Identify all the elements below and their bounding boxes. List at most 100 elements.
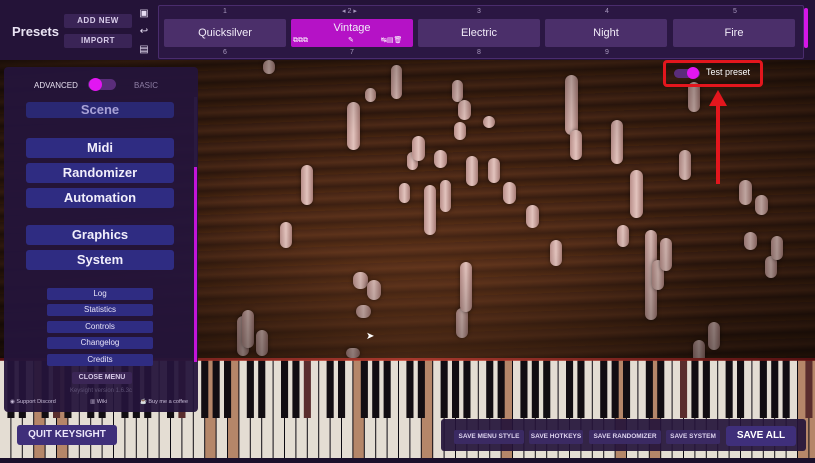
black-key (600, 360, 608, 418)
black-key (292, 360, 300, 418)
save-all-button[interactable]: SAVE ALL (726, 426, 796, 446)
preset-tab-vintage[interactable]: Vintage ⧉⧉⧉ ✎ ↹▤🗑 (291, 19, 413, 47)
black-key (258, 360, 266, 418)
version-text: Keysight version 1.6.3c (69, 388, 133, 394)
save-icon[interactable]: ▤ (138, 44, 150, 55)
close-menu-button[interactable]: CLOSE MENU (72, 372, 132, 384)
book-icon: ▥ (90, 399, 96, 405)
presets-title: Presets (12, 24, 59, 39)
import-button[interactable]: IMPORT (64, 34, 132, 48)
save-menu-style-button[interactable]: SAVE MENU STYLE (454, 430, 524, 444)
edit-icon[interactable]: ✎ (348, 36, 354, 46)
black-key (440, 360, 448, 418)
quit-keysight-button[interactable]: QUIT KEYSIGHT (17, 425, 117, 445)
credits-button[interactable]: Credits (47, 354, 153, 366)
black-key (759, 360, 767, 418)
black-key (338, 360, 346, 418)
tab-number: 1 (223, 8, 227, 15)
folder-icon[interactable]: ▣ (138, 8, 150, 19)
add-new-button[interactable]: ADD NEW (64, 14, 132, 28)
tab-number: 4 (605, 8, 609, 15)
black-key (406, 360, 414, 418)
black-key (737, 360, 745, 418)
preset-tab-label: Vintage (333, 22, 371, 34)
black-key (611, 360, 619, 418)
black-key (577, 360, 585, 418)
tab-number: 9 (605, 49, 609, 56)
black-key (497, 360, 505, 418)
copy-icon[interactable]: ⧉⧉⧉ (293, 36, 308, 46)
black-key (452, 360, 460, 418)
black-key (702, 360, 710, 418)
tab-number: 6 (223, 49, 227, 56)
black-key (463, 360, 471, 418)
statistics-button[interactable]: Statistics (47, 304, 153, 316)
tab-number: 3 (477, 8, 481, 15)
black-key (383, 360, 391, 418)
toggle-knob (89, 78, 102, 91)
buy-coffee-link[interactable]: ☕ Buy me a coffee (140, 399, 188, 405)
black-key (372, 360, 380, 418)
menu-graphics-button[interactable]: Graphics (26, 225, 174, 245)
menu-randomizer-button[interactable]: Randomizer (26, 163, 174, 183)
black-key (623, 360, 631, 418)
black-key (805, 360, 813, 418)
controls-button[interactable]: Controls (47, 321, 153, 333)
menu-system-button[interactable]: System (26, 250, 174, 270)
menu-scrollbar-thumb[interactable] (194, 167, 197, 362)
black-key (645, 360, 653, 418)
wiki-link[interactable]: ▥ Wiki (90, 399, 107, 405)
preset-scrollbar[interactable] (804, 8, 808, 48)
black-key (212, 360, 220, 418)
save-randomizer-button[interactable]: SAVE RANDOMIZER (589, 430, 661, 444)
black-key (224, 360, 232, 418)
save-hotkeys-button[interactable]: SAVE HOTKEYS (529, 430, 583, 444)
mode-switch: ADVANCED BASIC (4, 77, 198, 93)
preset-tab-electric[interactable]: Electric (418, 19, 540, 47)
black-key (543, 360, 551, 418)
menu-automation-button[interactable]: Automation (26, 188, 174, 208)
page-indicator[interactable]: ◂ 2 ▸ (342, 7, 357, 15)
test-preset-highlight: Test preset (663, 60, 763, 87)
preset-tabs: 1 ◂ 2 ▸ 3 4 5 Quicksilver Vintage ⧉⧉⧉ ✎ … (158, 5, 804, 59)
log-button[interactable]: Log (47, 288, 153, 300)
black-key (360, 360, 368, 418)
mode-toggle[interactable] (88, 78, 116, 91)
file-actions-icon[interactable]: ↹▤🗑 (381, 36, 402, 46)
advanced-label: ADVANCED (34, 81, 78, 90)
preset-tab-quicksilver[interactable]: Quicksilver (164, 19, 286, 47)
coffee-icon: ☕ (140, 399, 147, 405)
save-system-button[interactable]: SAVE SYSTEM (666, 430, 720, 444)
black-key (771, 360, 779, 418)
menu-midi-button[interactable]: Midi (26, 138, 174, 158)
undo-icon[interactable]: ↩ (138, 26, 150, 37)
black-key (303, 360, 311, 418)
test-preset-label: Test preset (706, 67, 751, 77)
tab-number: 8 (477, 49, 481, 56)
black-key (201, 360, 209, 418)
changelog-button[interactable]: Changelog (47, 337, 153, 349)
test-preset-toggle[interactable] (674, 67, 700, 79)
black-key (417, 360, 425, 418)
support-discord-link[interactable]: ◉ Support Discord (10, 399, 56, 405)
black-key (246, 360, 254, 418)
black-key (725, 360, 733, 418)
black-key (657, 360, 665, 418)
preset-tab-night[interactable]: Night (545, 19, 667, 47)
tab-number: 5 (733, 8, 737, 15)
toggle-knob (687, 67, 699, 79)
black-key (531, 360, 539, 418)
black-key (486, 360, 494, 418)
black-key (281, 360, 289, 418)
arrow-shaft (716, 102, 720, 184)
basic-label: BASIC (134, 81, 159, 90)
side-menu: ADVANCED BASIC Scene Midi Randomizer Aut… (4, 67, 198, 412)
menu-scene-button[interactable]: Scene (26, 102, 174, 118)
black-key (326, 360, 334, 418)
tab-number: 7 (350, 49, 354, 56)
black-key (520, 360, 528, 418)
black-key (680, 360, 688, 418)
mouse-cursor-icon: ➤ (366, 331, 375, 342)
preset-bar: Presets ADD NEW IMPORT ▣ ↩ ▤ 1 ◂ 2 ▸ 3 4… (0, 0, 815, 61)
preset-tab-fire[interactable]: Fire (673, 19, 795, 47)
